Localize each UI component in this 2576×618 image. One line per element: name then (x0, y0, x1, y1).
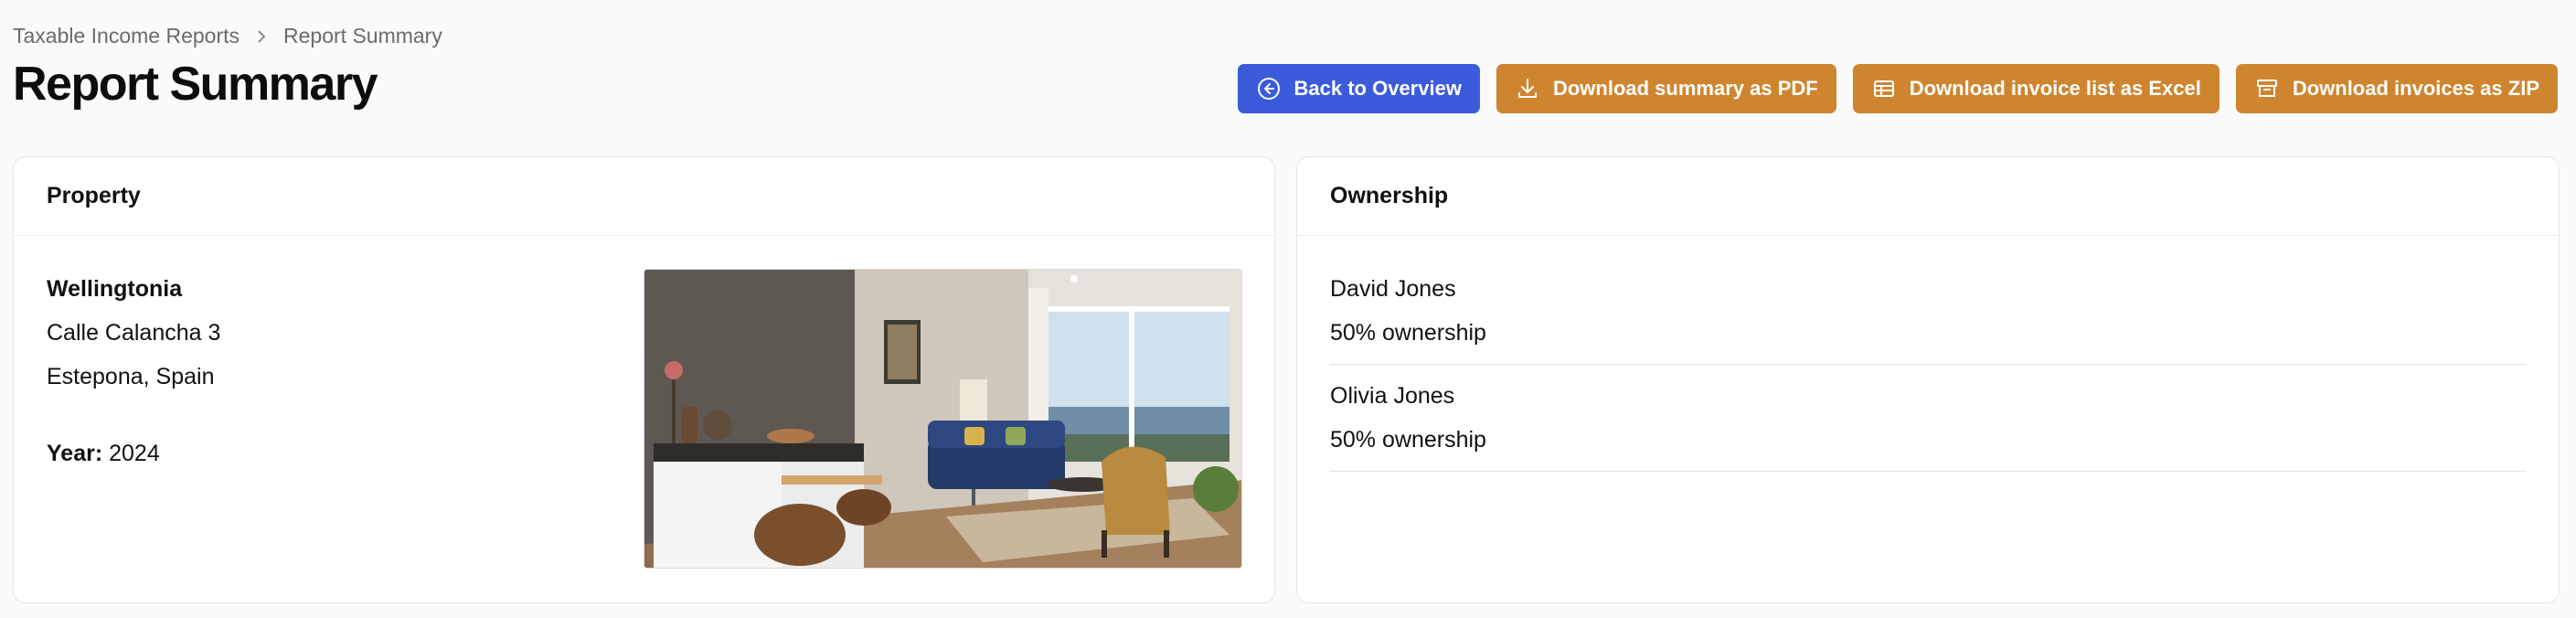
back-to-overview-button[interactable]: Back to Overview (1237, 64, 1480, 113)
year-value: 2024 (109, 441, 160, 466)
property-name: Wellingtonia (47, 276, 183, 302)
property-card-header: Property (14, 157, 1274, 236)
table-icon (1871, 76, 1897, 101)
owner-share: 50% ownership (1330, 427, 1486, 453)
property-street: Calle Calancha 3 (47, 320, 221, 346)
download-icon (1515, 76, 1540, 101)
property-city: Estepona, Spain (47, 364, 215, 389)
owner-share: 50% ownership (1330, 320, 1486, 346)
owner-list: David Jones 50% ownership Olivia Jones 5… (1330, 258, 2526, 472)
property-card: Property Wellingtonia Calle Calancha 3 E… (13, 156, 1275, 603)
property-photo (644, 269, 1242, 569)
chevron-right-icon (256, 28, 267, 45)
ownership-card: Ownership David Jones 50% ownership Oliv… (1296, 156, 2560, 603)
download-excel-button[interactable]: Download invoice list as Excel (1852, 64, 2219, 113)
property-details: Wellingtonia Calle Calancha 3 Estepona, … (47, 267, 220, 475)
download-pdf-button[interactable]: Download summary as PDF (1496, 64, 1836, 113)
download-zip-label: Download invoices as ZIP (2292, 77, 2539, 100)
download-excel-label: Download invoice list as Excel (1909, 77, 2201, 100)
action-bar: Back to Overview Download summary as PDF… (1237, 64, 2558, 113)
breadcrumb-link-taxable-income-reports[interactable]: Taxable Income Reports (13, 24, 240, 48)
list-item: Olivia Jones 50% ownership (1330, 365, 2526, 472)
breadcrumb-current: Report Summary (283, 24, 442, 48)
owner-name: Olivia Jones (1330, 383, 1455, 409)
archive-box-icon (2254, 76, 2280, 101)
download-pdf-label: Download summary as PDF (1552, 77, 1818, 100)
breadcrumb: Taxable Income Reports Report Summary (13, 24, 442, 48)
year-label: Year: (47, 441, 103, 466)
owner-name: David Jones (1330, 276, 1456, 302)
circle-arrow-left-icon (1256, 76, 1282, 101)
property-year: Year: 2024 (47, 432, 220, 475)
list-item: David Jones 50% ownership (1330, 258, 2526, 365)
page-title: Report Summary (13, 58, 378, 111)
download-zip-button[interactable]: Download invoices as ZIP (2235, 64, 2558, 113)
page: Taxable Income Reports Report Summary Re… (0, 0, 2576, 618)
ownership-card-header: Ownership (1297, 157, 2559, 236)
back-button-label: Back to Overview (1293, 77, 1462, 100)
